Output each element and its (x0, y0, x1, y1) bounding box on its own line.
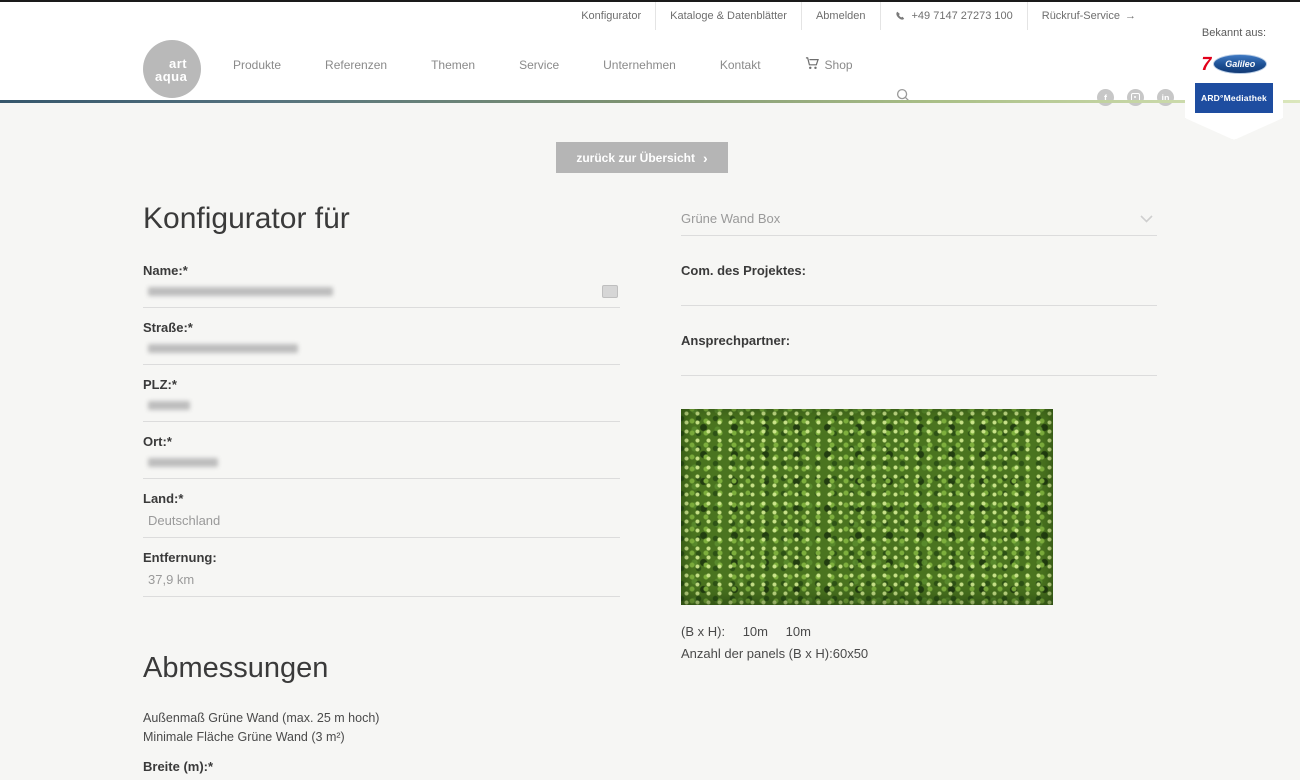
strasse-redacted-value (148, 344, 298, 353)
chevron-right-icon: › (703, 151, 708, 165)
bh-label: (B x H): (681, 624, 725, 639)
breite-label: Breite (m):* (143, 759, 620, 774)
ort-redacted-value (148, 458, 218, 467)
name-label: Name:* (143, 263, 620, 278)
green-wall-preview-image (681, 409, 1053, 605)
product-select[interactable]: Grüne Wand Box (681, 208, 1157, 236)
field-ort: Ort:* (143, 434, 620, 479)
plz-label: PLZ:* (143, 377, 620, 392)
ribbon-title: Bekannt aus: (1202, 27, 1266, 39)
ort-input[interactable] (143, 449, 620, 479)
ard-mediathek-logo: ARD°Mediathek (1195, 83, 1273, 113)
field-plz: PLZ:* (143, 377, 620, 422)
field-entfernung: Entfernung: 37,9 km (143, 550, 620, 597)
name-redacted-value (148, 287, 333, 296)
main-nav: art aqua Produkte Referenzen Themen Serv… (0, 30, 1300, 100)
land-label: Land:* (143, 491, 620, 506)
cart-icon (805, 57, 819, 73)
back-button-label: zurück zur Übersicht (576, 151, 695, 165)
projekt-com-input[interactable] (681, 278, 1157, 306)
abmessungen-note-1: Außenmaß Grüne Wand (max. 25 m hoch) (143, 709, 620, 728)
strasse-input[interactable] (143, 335, 620, 365)
entfernung-label: Entfernung: (143, 550, 620, 565)
artaqua-logo[interactable]: art aqua (143, 40, 201, 98)
entfernung-value: 37,9 km (148, 572, 194, 587)
strasse-label: Straße:* (143, 320, 620, 335)
plz-input[interactable] (143, 392, 620, 422)
logo-text-aqua: aqua (155, 69, 187, 84)
nav-menu: Produkte Referenzen Themen Service Unter… (233, 30, 897, 100)
back-to-overview-button[interactable]: zurück zur Übersicht › (556, 142, 728, 173)
chevron-down-icon (1140, 211, 1153, 226)
abmessungen-title: Abmessungen (143, 652, 620, 685)
ansprechpartner-label: Ansprechpartner: (681, 333, 1157, 348)
abmessungen-note-2: Minimale Fläche Grüne Wand (3 m²) (143, 728, 620, 747)
project-column: Grüne Wand Box Com. des Projektes: Anspr… (681, 208, 1157, 661)
projekt-com-label: Com. des Projektes: (681, 263, 1157, 278)
nav-item-unternehmen[interactable]: Unternehmen (603, 58, 676, 72)
nav-item-service[interactable]: Service (519, 58, 559, 72)
linkedin-icon[interactable]: in (1157, 89, 1174, 106)
dimensions-summary: (B x H): 10m 10m Anzahl der panels (B x … (681, 624, 1157, 661)
topbar-phone-number: +49 7147 27273 100 (912, 10, 1013, 22)
name-input[interactable] (143, 278, 620, 308)
bh-width-value: 10m (743, 624, 768, 639)
arrow-right-icon: → (1125, 10, 1136, 22)
topbar-callback-label: Rückruf-Service (1042, 10, 1120, 22)
nav-item-themen[interactable]: Themen (431, 58, 475, 72)
field-projekt-com: Com. des Projektes: (681, 263, 1157, 306)
nav-item-shop[interactable]: Shop (805, 57, 853, 73)
galileo-logo: 7 Galileo (1201, 54, 1268, 74)
accent-gradient-divider (0, 100, 1300, 103)
topbar-phone-link[interactable]: +49 7147 27273 100 (881, 2, 1028, 30)
land-value: Deutschland (148, 513, 220, 528)
page: Konfigurator Kataloge & Datenblätter Abm… (0, 0, 1300, 780)
abmessungen-notes: Außenmaß Grüne Wand (max. 25 m hoch) Min… (143, 709, 620, 747)
land-input[interactable]: Deutschland (143, 506, 620, 538)
topbar-callback-link[interactable]: Rückruf-Service → (1028, 2, 1150, 30)
bh-height-value: 10m (786, 624, 811, 639)
page-title: Konfigurator für (143, 202, 620, 236)
ort-label: Ort:* (143, 434, 620, 449)
ansprechpartner-input[interactable] (681, 348, 1157, 376)
field-name: Name:* (143, 263, 620, 308)
field-land: Land:* Deutschland (143, 491, 620, 538)
bekannt-aus-ribbon: Bekannt aus: 7 Galileo ARD°Mediathek (1185, 2, 1283, 140)
panels-count-line: Anzahl der panels (B x H):60x50 (681, 646, 1157, 661)
phone-icon (895, 11, 906, 22)
abmessungen-section: Abmessungen Außenmaß Grüne Wand (max. 25… (143, 652, 620, 780)
plz-redacted-value (148, 401, 190, 410)
search-icon[interactable] (896, 88, 911, 108)
field-strasse: Straße:* (143, 320, 620, 365)
field-ansprechpartner: Ansprechpartner: (681, 333, 1157, 376)
entfernung-input[interactable]: 37,9 km (143, 565, 620, 597)
topbar-link-kataloge[interactable]: Kataloge & Datenblätter (656, 2, 802, 30)
product-select-value: Grüne Wand Box (681, 211, 780, 226)
topbar: Konfigurator Kataloge & Datenblätter Abm… (0, 2, 1300, 31)
nav-item-referenzen[interactable]: Referenzen (325, 58, 387, 72)
nav-item-produkte[interactable]: Produkte (233, 58, 281, 72)
autofill-icon[interactable] (602, 285, 618, 298)
instagram-icon[interactable] (1127, 89, 1144, 106)
topbar-link-konfigurator[interactable]: Konfigurator (567, 2, 656, 30)
prosieben-icon: 7 (1199, 55, 1213, 74)
topbar-link-abmelden[interactable]: Abmelden (802, 2, 881, 30)
galileo-badge: Galileo (1213, 54, 1267, 74)
social-links: f in (1084, 89, 1174, 106)
nav-shop-label: Shop (825, 58, 853, 72)
configurator-form: Konfigurator für Name:* Straße:* PLZ:* O… (143, 202, 620, 609)
nav-item-kontakt[interactable]: Kontakt (720, 58, 761, 72)
bh-dimensions-line: (B x H): 10m 10m (681, 624, 1157, 639)
facebook-icon[interactable]: f (1097, 89, 1114, 106)
